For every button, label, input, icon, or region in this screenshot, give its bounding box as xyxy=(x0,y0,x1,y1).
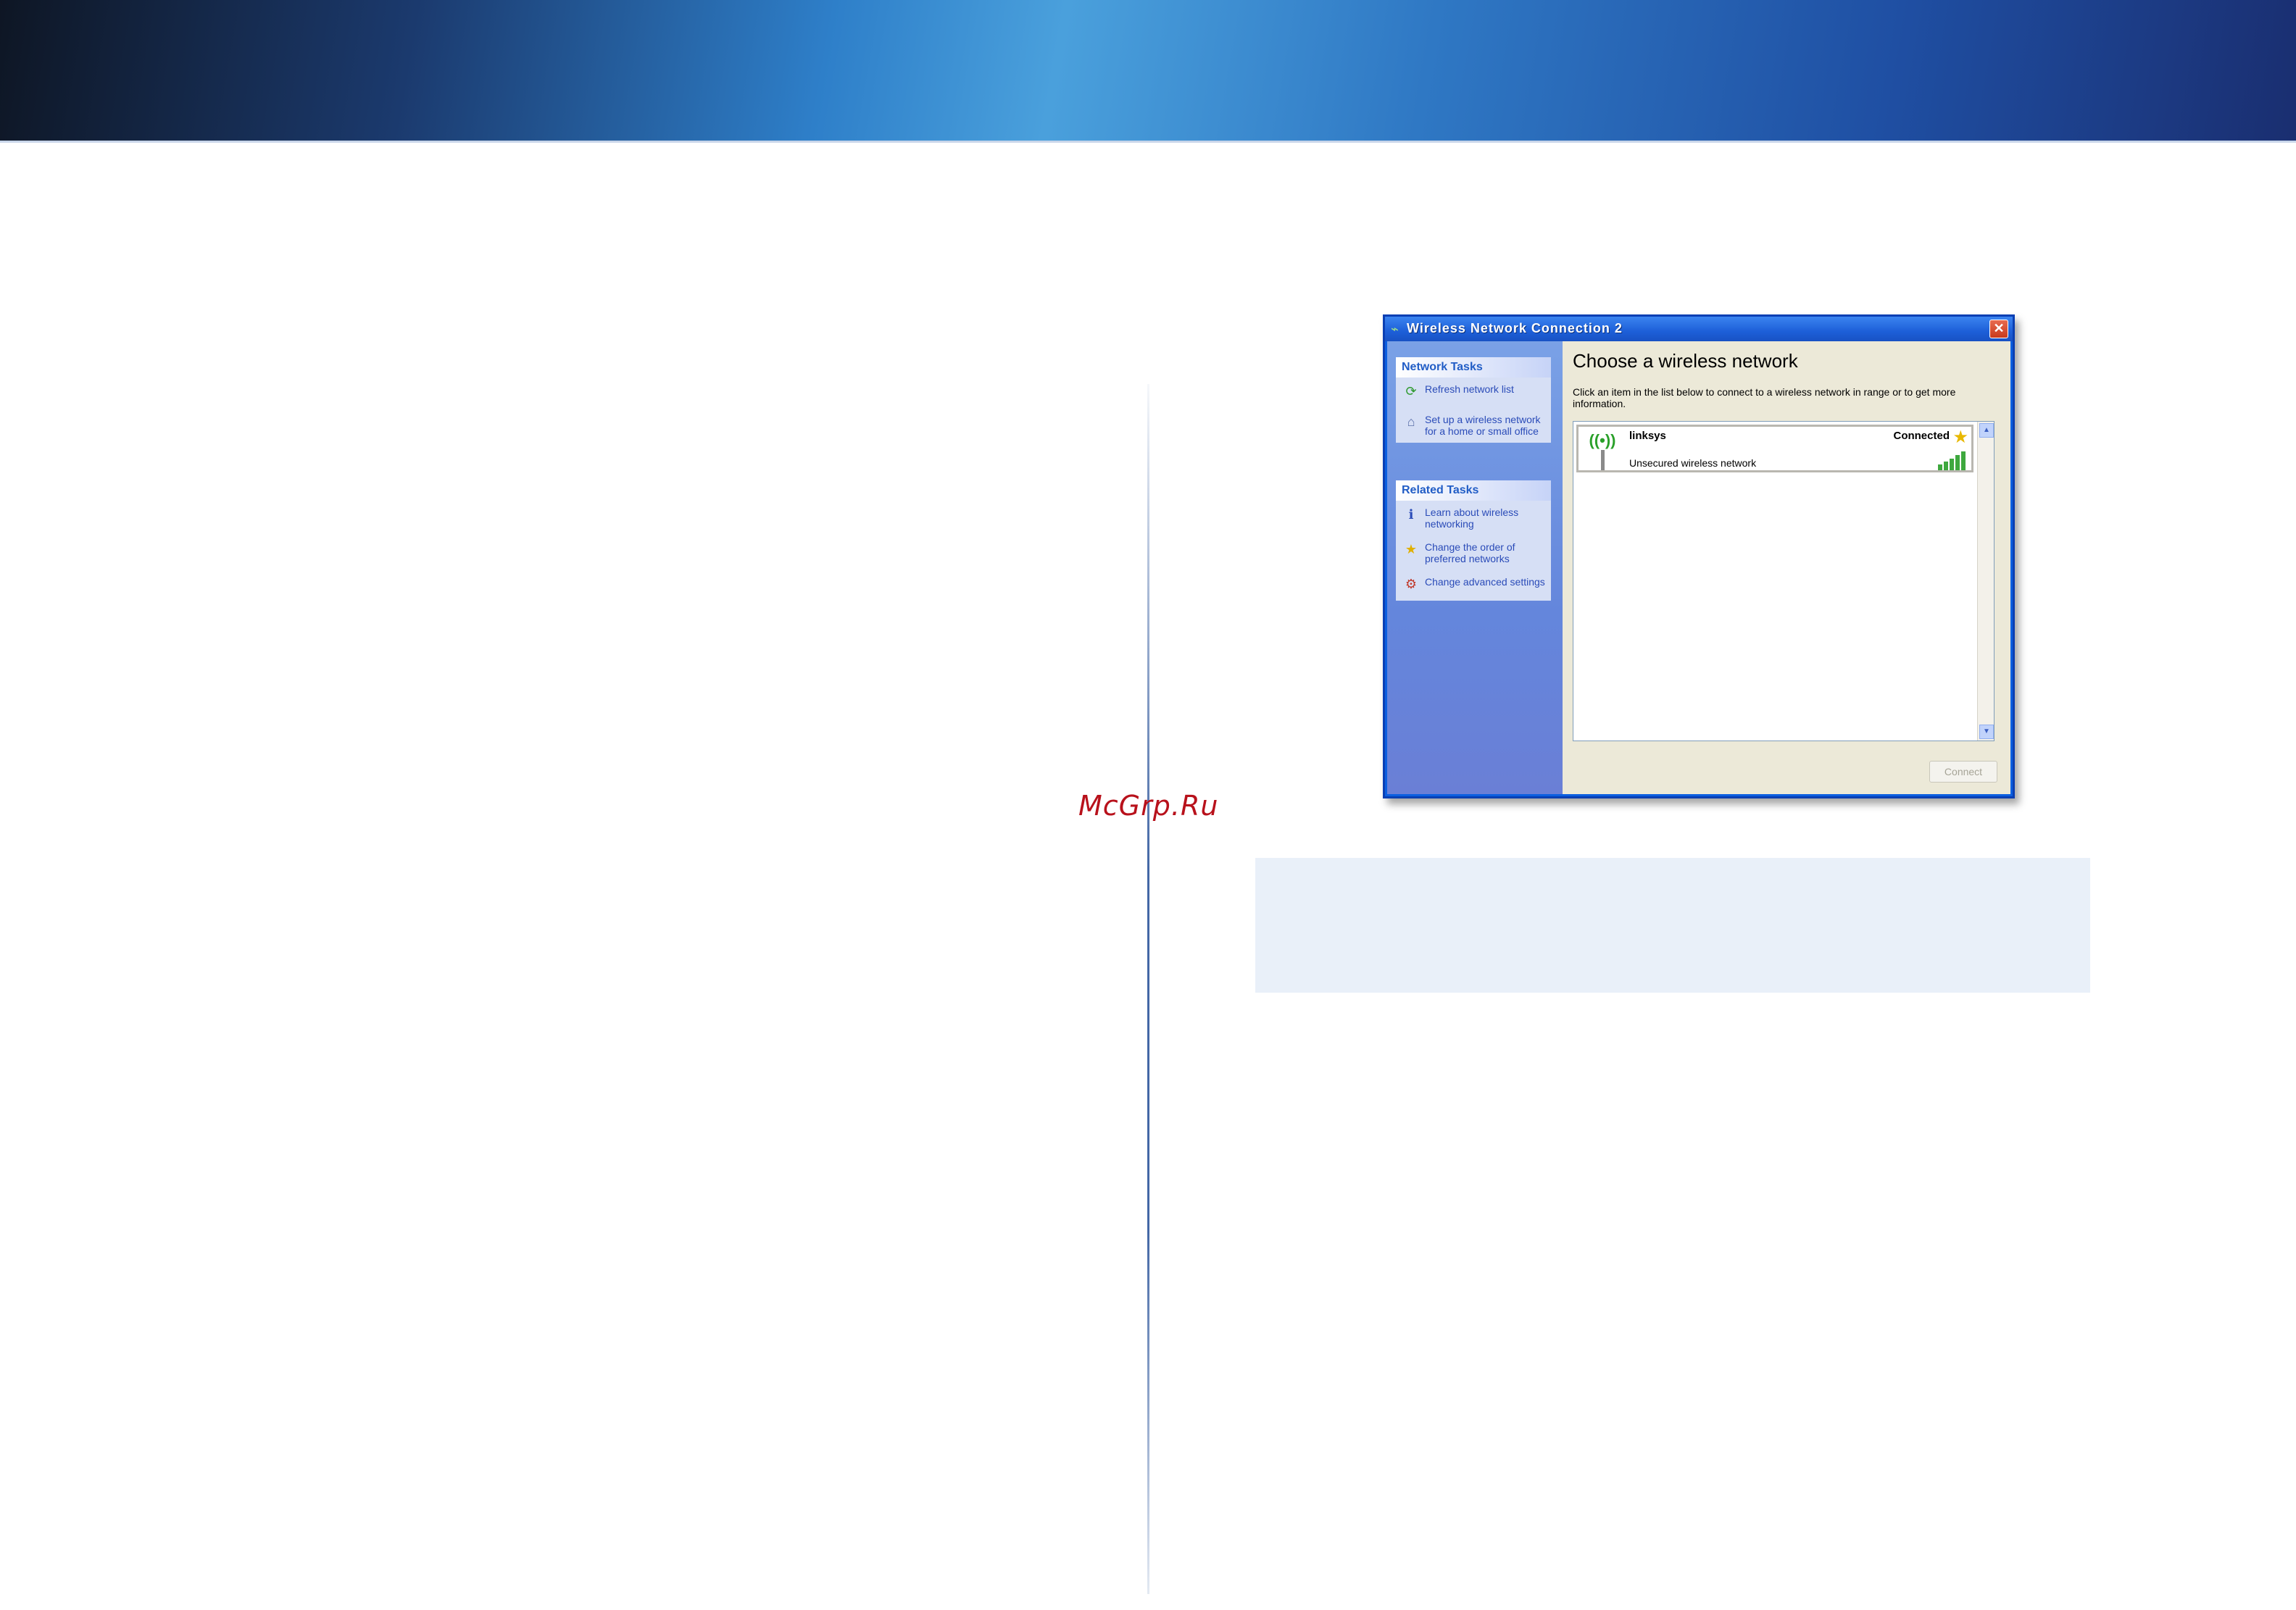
network-security: Unsecured wireless network xyxy=(1629,457,1757,469)
connect-button[interactable]: Connect xyxy=(1929,761,1997,783)
window-title: Wireless Network Connection 2 xyxy=(1407,321,1623,335)
preferred-star-icon: ★ xyxy=(1952,427,1968,447)
main-pane: Choose a wireless network Click an item … xyxy=(1563,341,2010,794)
window-client-area: Network Tasks ⟳ Refresh network list ⌂ S… xyxy=(1387,341,2010,794)
related-tasks-panel: Related Tasks ℹ Learn about wireless net… xyxy=(1396,480,1551,601)
note-box xyxy=(1255,858,2090,993)
list-scrollbar[interactable]: ▲ ▼ xyxy=(1977,422,1994,741)
column-divider xyxy=(1147,384,1149,1594)
settings-icon: ⚙ xyxy=(1405,577,1418,591)
refresh-icon: ⟳ xyxy=(1405,384,1417,399)
task-learn-wireless[interactable]: ℹ Learn about wireless networking xyxy=(1396,501,1551,535)
star-icon: ★ xyxy=(1405,542,1418,556)
network-name: linksys xyxy=(1629,430,1666,442)
scroll-down-icon[interactable]: ▼ xyxy=(1979,725,1994,739)
network-list-item[interactable]: ((•)) linksys Unsecured wireless network… xyxy=(1576,425,1973,472)
related-tasks-header: Related Tasks xyxy=(1396,480,1551,501)
task-pane: Network Tasks ⟳ Refresh network list ⌂ S… xyxy=(1387,341,1563,794)
info-icon: ℹ xyxy=(1408,507,1414,522)
header-banner xyxy=(0,0,2296,143)
page-title: Choose a wireless network xyxy=(1573,350,1798,372)
wireless-icon: ⌁ xyxy=(1391,322,1399,336)
wireless-network-window: ⌁ Wireless Network Connection 2 ✕ Networ… xyxy=(1383,314,2015,798)
network-tasks-header: Network Tasks xyxy=(1396,357,1551,378)
task-label: Change advanced settings xyxy=(1425,576,1545,588)
network-list[interactable]: ((•)) linksys Unsecured wireless network… xyxy=(1573,421,1995,741)
task-label: Learn about wireless networking xyxy=(1425,506,1519,530)
antenna-icon: ((•)) xyxy=(1584,431,1621,470)
task-refresh-network-list[interactable]: ⟳ Refresh network list xyxy=(1396,378,1551,408)
close-button[interactable]: ✕ xyxy=(1989,320,2008,338)
window-titlebar[interactable]: ⌁ Wireless Network Connection 2 ✕ xyxy=(1385,317,2013,341)
setup-network-icon: ⌂ xyxy=(1407,414,1415,429)
connection-status: Connected xyxy=(1893,430,1950,442)
task-change-network-order[interactable]: ★ Change the order of preferred networks xyxy=(1396,535,1551,570)
instruction-text: Click an item in the list below to conne… xyxy=(1573,386,1956,409)
task-label: Refresh network list xyxy=(1425,383,1514,395)
task-label: Change the order of preferred networks xyxy=(1425,541,1515,564)
scroll-up-icon[interactable]: ▲ xyxy=(1979,423,1994,438)
watermark: McGrp.Ru xyxy=(1078,790,1219,822)
task-change-advanced-settings[interactable]: ⚙ Change advanced settings xyxy=(1396,570,1551,601)
task-label: Set up a wireless network for a home or … xyxy=(1425,414,1541,437)
task-setup-wireless-network[interactable]: ⌂ Set up a wireless network for a home o… xyxy=(1396,408,1551,443)
network-tasks-panel: Network Tasks ⟳ Refresh network list ⌂ S… xyxy=(1396,357,1551,443)
signal-strength-icon xyxy=(1938,450,1967,470)
